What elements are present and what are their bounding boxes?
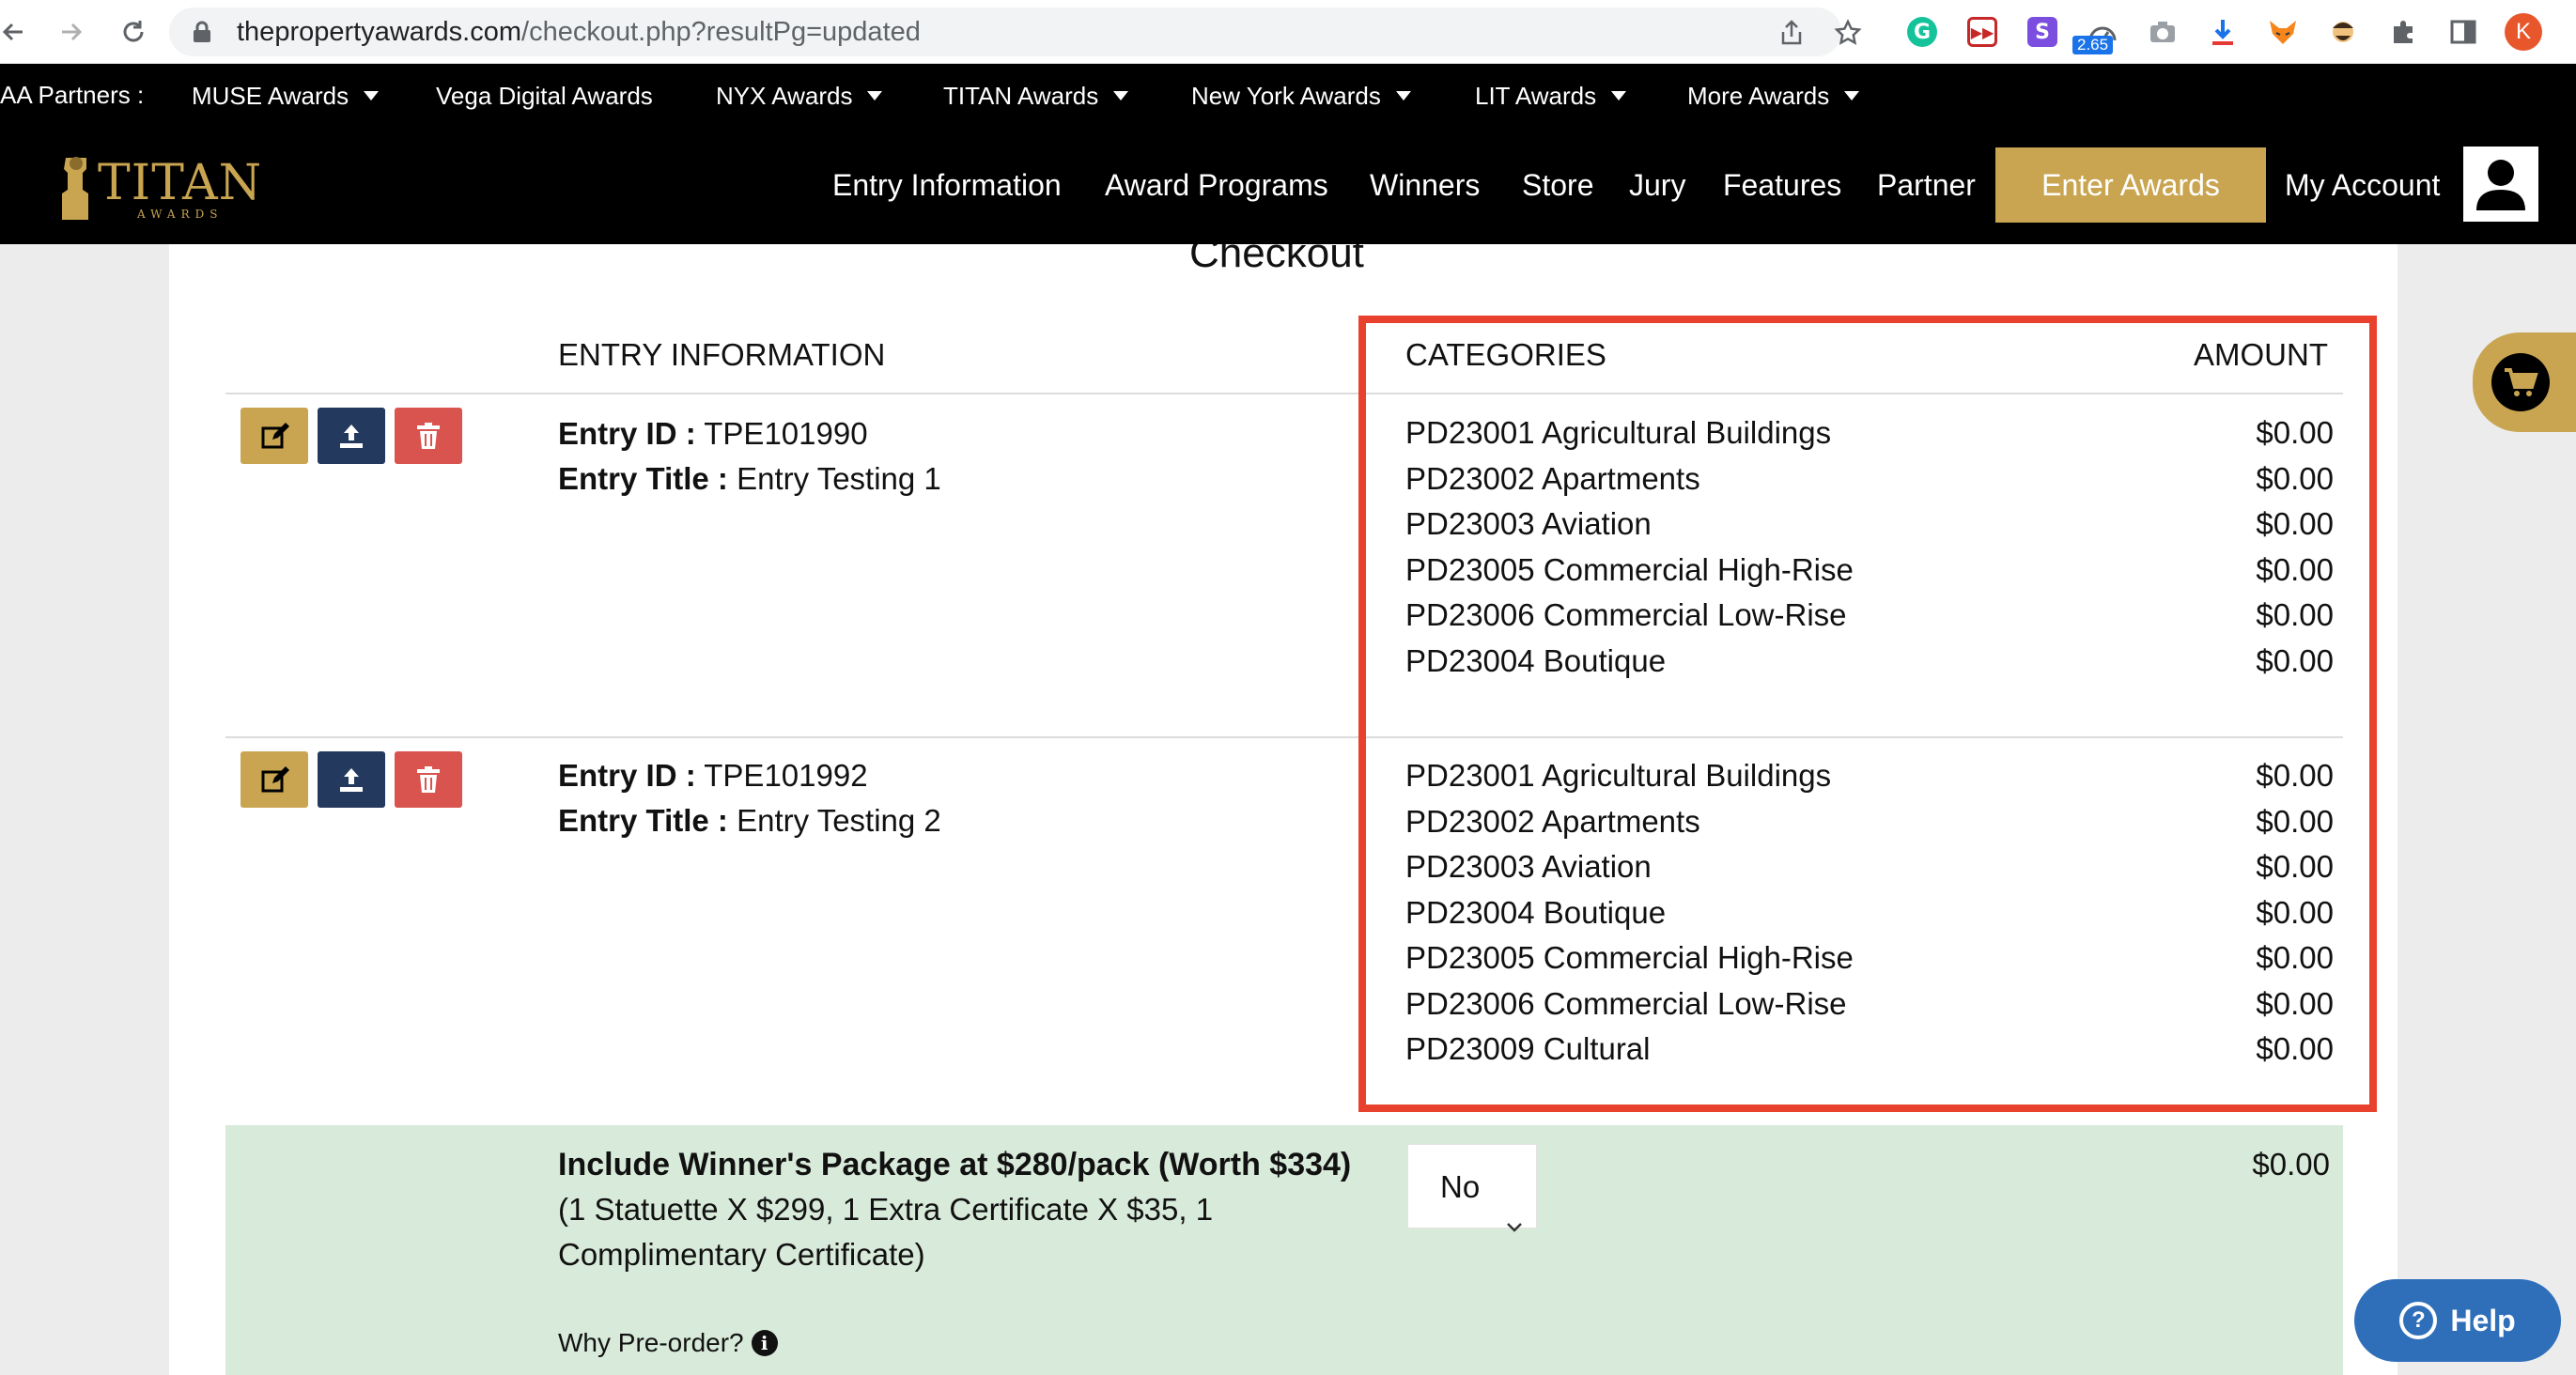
winner-package-title: Include Winner's Package at $280/pack (W… — [558, 1147, 1352, 1182]
chevron-down-icon — [1506, 1181, 1523, 1265]
column-header-entry-information: ENTRY INFORMATION — [558, 337, 886, 372]
extension-badge: 2.65 — [2072, 36, 2114, 54]
lock-icon — [192, 21, 212, 48]
select-value: No — [1440, 1169, 1481, 1204]
reload-icon[interactable] — [115, 13, 152, 51]
help-button[interactable]: ? Help — [2354, 1279, 2561, 1362]
forward-icon[interactable] — [53, 13, 90, 51]
why-preorder-link[interactable]: Why Pre-order? i — [558, 1324, 778, 1362]
my-account-link[interactable]: My Account — [2285, 126, 2440, 244]
nav-jury[interactable]: Jury — [1629, 126, 1685, 244]
delete-entry-button[interactable] — [395, 751, 462, 808]
upload-icon — [340, 768, 363, 792]
nav-award-programs[interactable]: Award Programs — [1105, 126, 1328, 244]
profile-avatar[interactable]: K — [2505, 13, 2542, 51]
caret-down-icon — [1844, 91, 1860, 100]
bookmark-star-icon[interactable] — [1834, 19, 1862, 47]
edit-icon — [261, 766, 289, 793]
partner-new-york-awards[interactable]: New York Awards — [1191, 64, 1411, 128]
browser-toolbar: thepropertyawards.com/checkout.php?resul… — [0, 0, 2576, 64]
svg-text:TITAN: TITAN — [98, 155, 262, 211]
trash-icon — [417, 423, 440, 449]
titan-awards-logo[interactable]: TITAN AWARDS — [58, 150, 274, 222]
partner-muse-awards[interactable]: MUSE Awards — [192, 64, 380, 128]
s-extension-icon[interactable]: S — [2024, 11, 2061, 53]
caret-down-icon — [1611, 91, 1627, 100]
edit-entry-button[interactable] — [241, 408, 308, 464]
partners-label: AA Partners : — [0, 81, 145, 109]
highlight-box — [1358, 316, 2377, 1112]
partner-nyx-awards[interactable]: NYX Awards — [716, 64, 883, 128]
cart-button[interactable] — [2473, 332, 2576, 432]
fox-extension-icon[interactable] — [2264, 11, 2302, 53]
upload-icon — [340, 425, 363, 448]
entry-title: Entry Title : Entry Testing 2 — [558, 803, 941, 838]
puzzle-extensions-icon[interactable] — [2384, 11, 2422, 53]
video-extension-icon[interactable]: ▶▶ — [1963, 11, 2001, 53]
partner-more-awards[interactable]: More Awards — [1687, 64, 1860, 128]
download-extension-icon[interactable] — [2204, 11, 2242, 53]
share-icon[interactable] — [1777, 19, 1806, 47]
grammarly-extension-icon[interactable]: G — [1903, 11, 1941, 53]
trash-icon — [417, 766, 440, 793]
cart-icon — [2491, 353, 2550, 411]
entry-id: Entry ID : TPE101990 — [558, 416, 868, 451]
caret-down-icon — [1113, 91, 1129, 100]
partner-lit-awards[interactable]: LIT Awards — [1475, 64, 1627, 128]
url-text: thepropertyawards.com/checkout.php?resul… — [237, 17, 921, 47]
winner-package-select[interactable]: No — [1407, 1144, 1537, 1232]
svg-text:AWARDS: AWARDS — [136, 208, 223, 221]
nav-features[interactable]: Features — [1723, 126, 1841, 244]
upload-entry-button[interactable] — [318, 751, 385, 808]
caret-down-icon — [1395, 91, 1411, 100]
account-user-icon[interactable] — [2463, 147, 2538, 222]
partner-vega-digital-awards[interactable]: Vega Digital Awards — [436, 64, 653, 128]
nav-partner[interactable]: Partner — [1877, 126, 1976, 244]
address-bar[interactable]: thepropertyawards.com/checkout.php?resul… — [169, 8, 1862, 56]
back-icon[interactable] — [0, 13, 32, 51]
enter-awards-button[interactable]: Enter Awards — [1995, 147, 2266, 223]
entry-title: Entry Title : Entry Testing 1 — [558, 461, 941, 496]
winner-package-amount: $0.00 — [2252, 1147, 2330, 1182]
side-panel-icon[interactable] — [2444, 11, 2482, 53]
partners-bar: AA Partners : MUSE Awards Vega Digital A… — [0, 64, 2576, 126]
partner-titan-awards[interactable]: TITAN Awards — [943, 64, 1129, 128]
camera-extension-icon[interactable] — [2144, 11, 2181, 53]
nav-entry-information[interactable]: Entry Information — [832, 126, 1062, 244]
entry-id: Entry ID : TPE101992 — [558, 758, 868, 793]
info-icon[interactable]: i — [751, 1330, 778, 1356]
question-icon: ? — [2399, 1302, 2438, 1339]
nav-winners[interactable]: Winners — [1370, 126, 1480, 244]
caret-down-icon — [867, 91, 883, 100]
nav-store[interactable]: Store — [1522, 126, 1593, 244]
face-extension-icon[interactable] — [2324, 11, 2362, 53]
upload-entry-button[interactable] — [318, 408, 385, 464]
edit-icon — [261, 423, 289, 449]
delete-entry-button[interactable] — [395, 408, 462, 464]
winner-package-description: (1 Statuette X $299, 1 Extra Certificate… — [558, 1192, 1214, 1272]
edit-entry-button[interactable] — [241, 751, 308, 808]
caret-down-icon — [364, 91, 380, 100]
